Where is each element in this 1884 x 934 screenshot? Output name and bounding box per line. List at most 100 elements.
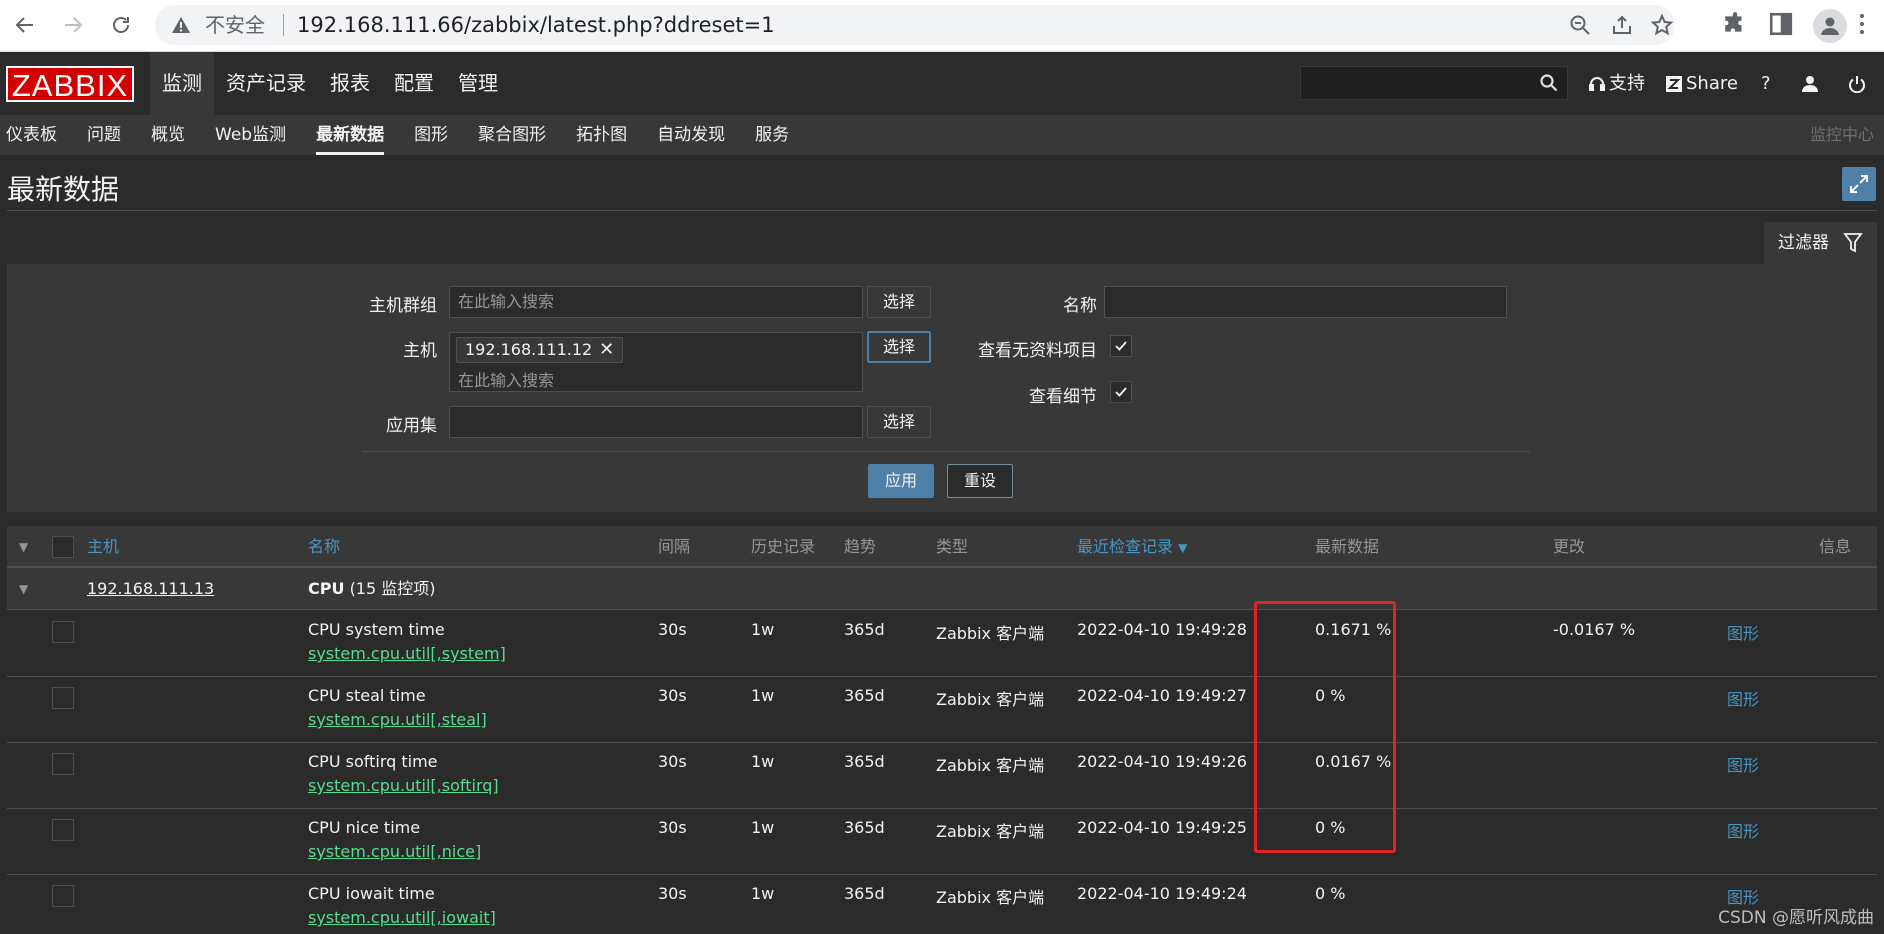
row-checkbox[interactable]	[52, 621, 74, 643]
host-select-button[interactable]: 选择	[867, 331, 931, 363]
item-history: 1w	[751, 686, 775, 705]
row-checkbox[interactable]	[52, 819, 74, 841]
item-name: CPU system time	[308, 620, 445, 639]
zabbix-logo[interactable]: ZABBIX	[6, 66, 134, 103]
item-name: CPU iowait time	[308, 884, 435, 903]
host-group-input[interactable]: 在此输入搜索	[449, 286, 863, 318]
reload-icon[interactable]	[104, 8, 138, 42]
back-arrow-icon[interactable]	[8, 8, 42, 42]
row-checkbox[interactable]	[52, 885, 74, 907]
monitoring-center-label: 监控中心	[1809, 125, 1874, 144]
main-menu: 监测 资产记录 报表 配置 管理	[150, 52, 510, 115]
item-key-link[interactable]: system.cpu.util[,system]	[308, 644, 506, 663]
filter-divider	[362, 451, 1530, 452]
share-icon[interactable]	[1611, 14, 1633, 36]
menu-inventory[interactable]: 资产记录	[214, 52, 318, 115]
address-bar[interactable]: 不安全 192.168.111.66/zabbix/latest.php?ddr…	[155, 5, 1675, 45]
name-input[interactable]	[1104, 286, 1507, 318]
select-all-checkbox[interactable]	[52, 536, 74, 558]
application-label: 应用集	[386, 416, 437, 436]
item-name: CPU nice time	[308, 818, 421, 837]
support-link[interactable]: 支持	[1588, 52, 1645, 115]
submenu-graphs[interactable]: 图形	[408, 115, 462, 155]
table-row: CPU iowait time system.cpu.util[,iowait]…	[7, 875, 1877, 934]
sign-out-icon[interactable]	[1848, 52, 1866, 115]
filter-tab-label: 过滤器	[1778, 233, 1829, 253]
submenu-maps[interactable]: 拓扑图	[570, 115, 641, 155]
submenu-problems[interactable]: 问题	[81, 115, 135, 155]
group-host-link[interactable]: 192.168.111.13	[87, 568, 214, 610]
item-last-check: 2022-04-10 19:49:24	[1077, 884, 1247, 903]
share-label: Share	[1686, 73, 1738, 94]
filter-tab[interactable]: 过滤器	[1764, 222, 1877, 264]
row-checkbox[interactable]	[52, 687, 74, 709]
help-icon[interactable]: ?	[1761, 52, 1771, 115]
show-no-data-checkbox[interactable]	[1110, 335, 1132, 357]
submenu-overview[interactable]: 概览	[145, 115, 199, 155]
user-profile-icon[interactable]	[1801, 52, 1819, 115]
column-name[interactable]: 名称	[308, 526, 340, 568]
side-panel-icon[interactable]	[1768, 11, 1794, 37]
bookmark-star-icon[interactable]	[1650, 13, 1674, 36]
column-last-value: 最新数据	[1315, 537, 1380, 556]
sub-navigation: 仪表板 问题 概览 Web监测 最新数据 图形 聚合图形 拓扑图 自动发现 服务…	[0, 115, 1884, 155]
collapse-all-icon[interactable]: ▼	[19, 540, 28, 554]
application-input[interactable]	[449, 406, 863, 438]
browser-menu-icon[interactable]	[1860, 14, 1866, 38]
url-text[interactable]: 192.168.111.66/zabbix/latest.php?ddreset…	[297, 13, 775, 37]
column-info: 信息	[1819, 537, 1852, 556]
zoom-icon[interactable]	[1569, 14, 1591, 36]
table-row: CPU nice time system.cpu.util[,nice] 30s…	[7, 809, 1877, 875]
item-graph-link[interactable]: 图形	[1727, 620, 1759, 644]
group-app-count: (15 监控项)	[349, 579, 436, 598]
menu-configuration[interactable]: 配置	[382, 52, 446, 115]
menu-monitoring[interactable]: 监测	[150, 52, 214, 115]
host-group-select-button[interactable]: 选择	[867, 286, 931, 318]
column-last-check-label: 最近检查记录	[1077, 537, 1174, 556]
profile-avatar-icon[interactable]	[1813, 9, 1847, 43]
submenu-web[interactable]: Web监测	[209, 115, 300, 155]
column-last-check[interactable]: 最近检查记录 ▼	[1077, 526, 1187, 569]
row-checkbox[interactable]	[52, 753, 74, 775]
application-select-button[interactable]: 选择	[867, 406, 931, 438]
submenu-discovery[interactable]: 自动发现	[651, 115, 739, 155]
group-application: CPU (15 监控项)	[308, 568, 436, 610]
item-graph-link[interactable]: 图形	[1727, 818, 1759, 842]
host-label: 主机	[403, 341, 437, 361]
address-separator	[283, 14, 284, 36]
submenu-services[interactable]: 服务	[749, 115, 803, 155]
item-type: Zabbix 客户端	[936, 888, 1045, 907]
menu-reports[interactable]: 报表	[318, 52, 382, 115]
host-search-placeholder[interactable]: 在此输入搜索	[458, 367, 554, 391]
show-details-checkbox[interactable]	[1110, 381, 1132, 403]
zabbix-share-icon	[1666, 75, 1684, 93]
insecure-label: 不安全	[205, 13, 265, 37]
column-change: 更改	[1553, 537, 1586, 556]
forward-arrow-icon[interactable]	[56, 8, 90, 42]
item-key-link[interactable]: system.cpu.util[,softirq]	[308, 776, 499, 795]
item-graph-link[interactable]: 图形	[1727, 686, 1759, 710]
column-host[interactable]: 主机	[87, 526, 119, 568]
apply-button[interactable]: 应用	[868, 464, 934, 498]
global-search-input[interactable]	[1300, 66, 1568, 100]
item-type: Zabbix 客户端	[936, 690, 1045, 709]
menu-administration[interactable]: 管理	[446, 52, 510, 115]
item-key-link[interactable]: system.cpu.util[,steal]	[308, 710, 487, 729]
item-key-link[interactable]: system.cpu.util[,nice]	[308, 842, 481, 861]
extensions-puzzle-icon[interactable]	[1722, 11, 1748, 37]
search-icon[interactable]	[1539, 73, 1559, 93]
collapse-group-icon[interactable]: ▼	[19, 582, 28, 596]
reset-button[interactable]: 重设	[947, 464, 1013, 498]
host-multiselect[interactable]: 192.168.111.12 ✕ 在此输入搜索	[449, 332, 863, 392]
support-label: 支持	[1609, 73, 1645, 94]
item-key-link[interactable]: system.cpu.util[,iowait]	[308, 908, 496, 927]
fullscreen-button[interactable]	[1842, 167, 1876, 201]
group-app-name: CPU	[308, 579, 345, 598]
submenu-dashboard[interactable]: 仪表板	[0, 115, 71, 155]
submenu-latest-data[interactable]: 最新数据	[310, 115, 398, 155]
share-link[interactable]: Share	[1666, 52, 1738, 115]
remove-chip-icon[interactable]: ✕	[599, 338, 614, 362]
item-type: Zabbix 客户端	[936, 822, 1045, 841]
item-graph-link[interactable]: 图形	[1727, 752, 1759, 776]
submenu-screens[interactable]: 聚合图形	[472, 115, 560, 155]
